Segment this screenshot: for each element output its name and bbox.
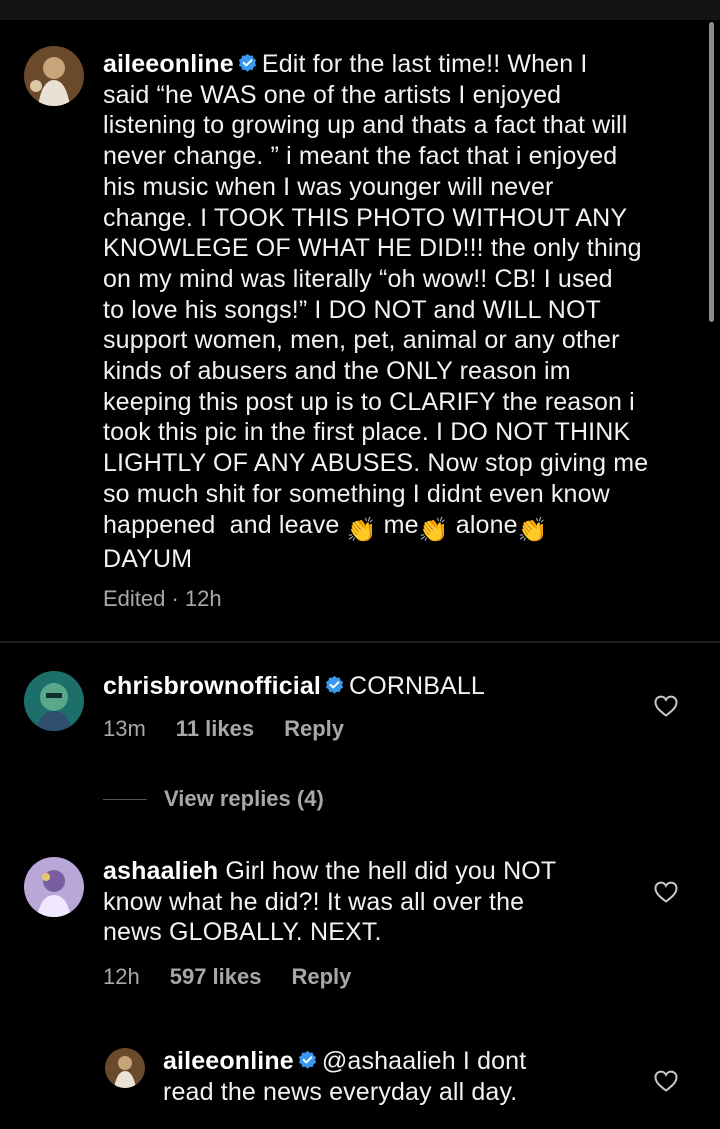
avatar[interactable] bbox=[105, 1048, 145, 1088]
caption-line: said “he WAS one of the artists I enjoye… bbox=[103, 80, 562, 109]
caption-line: listening to growing up and thats a fact… bbox=[103, 111, 628, 140]
like-heart-icon[interactable] bbox=[653, 1069, 679, 1093]
comment-text: CORNBALL bbox=[349, 672, 485, 700]
caption-line: so much shit for something I didnt even … bbox=[103, 479, 610, 508]
verified-badge-icon bbox=[238, 53, 256, 72]
comment-username[interactable]: chrisbrownofficial bbox=[103, 672, 321, 700]
caption-line: change. I TOOK THIS PHOTO WITHOUT ANY bbox=[103, 203, 628, 232]
caption-line: took this pic in the first place. I DO N… bbox=[103, 418, 631, 447]
comment-username[interactable]: ashaalieh bbox=[103, 857, 218, 885]
reply-button[interactable]: Reply bbox=[291, 964, 351, 989]
caption-word: me bbox=[383, 510, 419, 539]
like-heart-icon[interactable] bbox=[653, 694, 679, 718]
view-replies-button[interactable]: View replies (4) bbox=[164, 786, 324, 812]
top-status-bar bbox=[0, 0, 720, 20]
clapping-hands-icon: 👏 bbox=[418, 516, 449, 544]
caption-line: happened and leave bbox=[103, 510, 340, 539]
caption-line: to love his songs!” I DO NOT and WILL NO… bbox=[103, 295, 601, 324]
caption-line: on my mind was literally “oh wow!! CB! I… bbox=[103, 264, 613, 293]
caption-meta: Edited · 12h bbox=[103, 586, 222, 611]
clapping-hands-icon: 👏 bbox=[346, 516, 377, 544]
divider bbox=[0, 641, 720, 643]
caption-username[interactable]: aileeonline bbox=[103, 50, 234, 78]
comment-meta: 12h 597 likes Reply bbox=[103, 964, 381, 990]
caption-word: alone bbox=[455, 510, 518, 539]
caption-line: Edit for the last time!! When I bbox=[261, 50, 588, 78]
caption-line: kinds of abusers and the ONLY reason im bbox=[103, 357, 571, 386]
verified-badge-icon bbox=[325, 675, 344, 694]
caption-line: support women, men, pet, animal or any o… bbox=[103, 326, 620, 355]
comment: ashaalieh Girl how the hell did you NOT … bbox=[103, 856, 643, 948]
comment-line: news GLOBALLY. NEXT. bbox=[103, 918, 382, 947]
caption-line: never change. ” i meant the fact that i … bbox=[103, 142, 618, 171]
avatar[interactable] bbox=[24, 46, 84, 106]
caption-line: DAYUM bbox=[103, 544, 193, 573]
comment-likes[interactable]: 597 likes bbox=[170, 964, 262, 989]
verified-badge-icon bbox=[298, 1050, 316, 1069]
reply-button[interactable]: Reply bbox=[284, 716, 344, 741]
avatar[interactable] bbox=[24, 857, 84, 917]
reply-line: read the news everyday all day. bbox=[163, 1077, 518, 1106]
comment-meta: 13m 11 likes Reply bbox=[103, 716, 374, 742]
comment-time: 13m bbox=[103, 716, 146, 741]
caption-line: KNOWLEGE OF WHAT HE DID!!! the only thin… bbox=[103, 234, 642, 263]
view-replies-line bbox=[103, 799, 147, 800]
comment-time: 12h bbox=[103, 964, 140, 989]
clapping-hands-icon: 👏 bbox=[517, 516, 548, 544]
comment-line: know what he did?! It was all over the bbox=[103, 887, 525, 916]
post-caption: aileeonline Edit for the last time!! When… bbox=[103, 49, 703, 574]
reply-username[interactable]: aileeonline bbox=[163, 1047, 294, 1075]
caption-line: LIGHTLY OF ANY ABUSES. Now stop giving m… bbox=[103, 449, 649, 478]
caption-line: keeping this post up is to CLARIFY the r… bbox=[103, 387, 635, 416]
reply-comment: aileeonline @ashaalieh I dont read the ne… bbox=[163, 1046, 633, 1107]
comment: chrisbrownofficial CORNBALL bbox=[103, 671, 663, 702]
comment-line: Girl how the hell did you NOT bbox=[225, 857, 557, 885]
caption-line: his music when I was younger will never bbox=[103, 172, 554, 201]
comment-likes[interactable]: 11 likes bbox=[176, 716, 254, 741]
like-heart-icon[interactable] bbox=[653, 880, 679, 904]
reply-line: @ashaalieh I dont bbox=[321, 1047, 527, 1075]
avatar[interactable] bbox=[24, 671, 84, 731]
scrollbar[interactable] bbox=[709, 22, 714, 322]
